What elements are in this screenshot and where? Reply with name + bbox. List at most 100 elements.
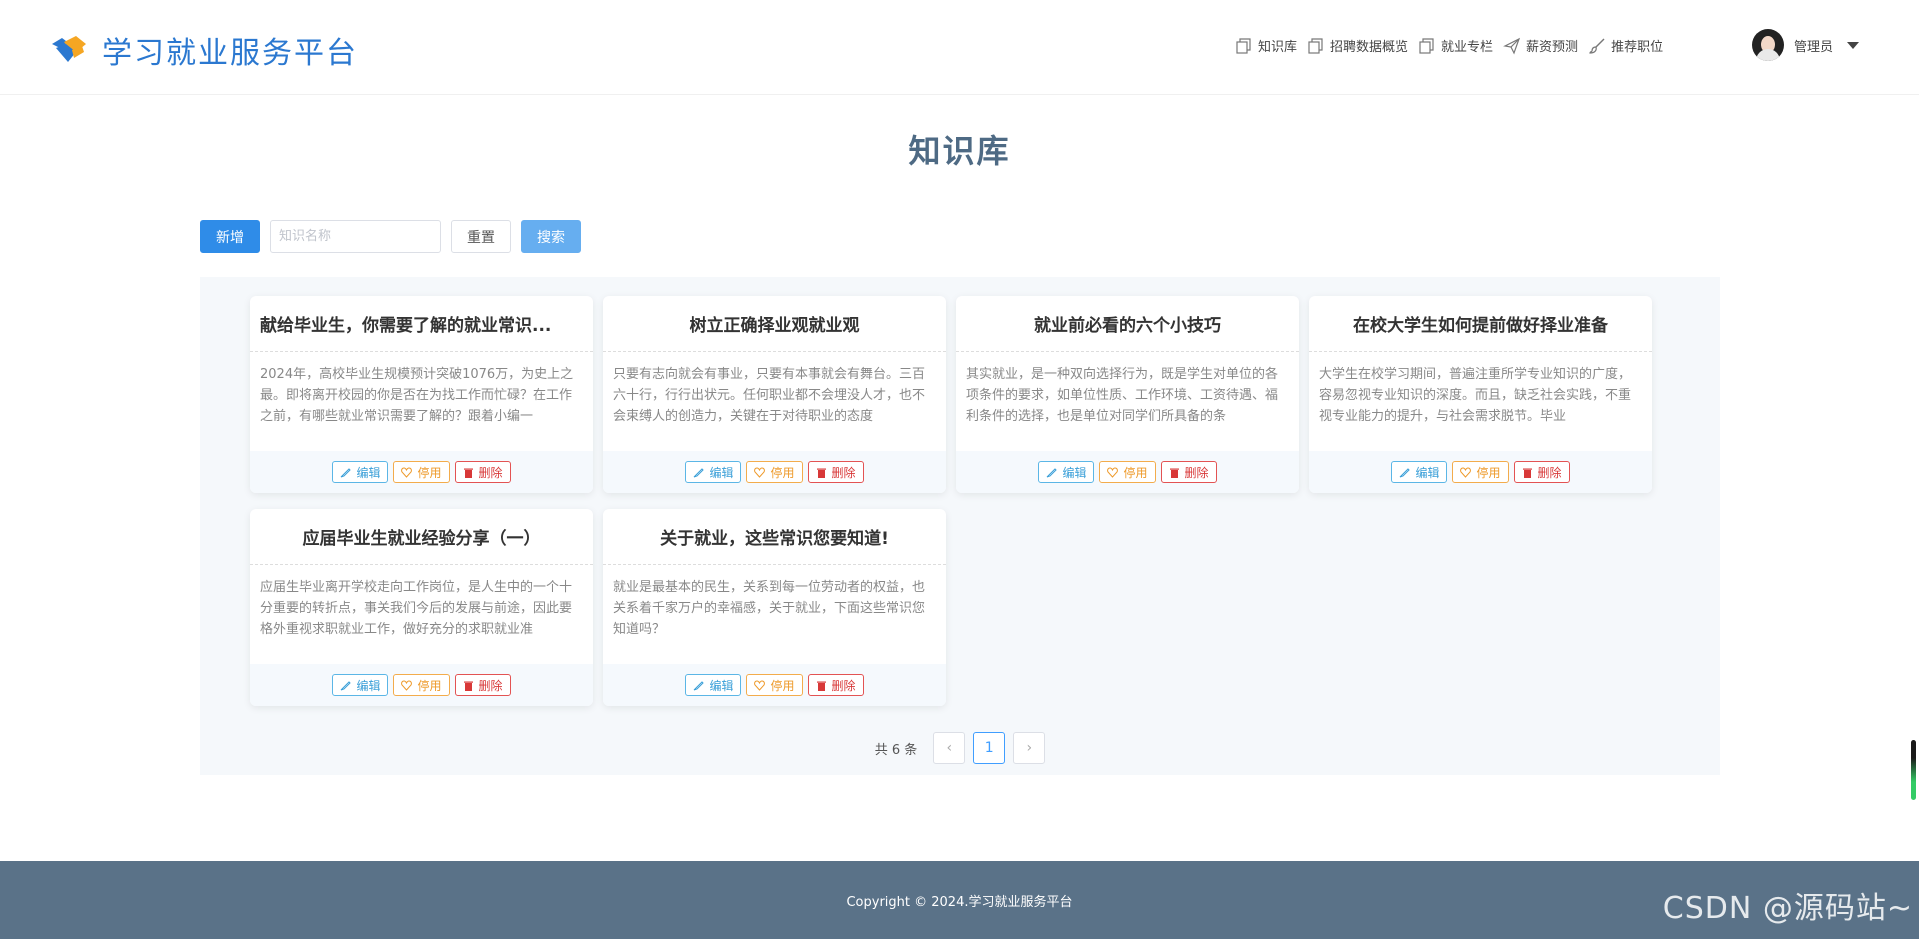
heart-icon	[401, 466, 413, 478]
watermark-text: CSDN @源码站~	[1662, 891, 1913, 926]
footer: Copyright © 2024.学习就业服务平台	[0, 861, 1919, 939]
page-title: 知识库	[908, 132, 1011, 170]
page-number-button[interactable]: 1	[973, 732, 1006, 764]
knowledge-card[interactable]: 树立正确择业观就业观 只要有志向就会有事业，只要有本事就会有舞台。三百六十行，行…	[603, 296, 946, 493]
copyright-text: Copyright © 2024.学习就业服务平台	[846, 894, 1073, 910]
app-title: 学习就业服务平台	[102, 36, 358, 71]
next-page-button[interactable]: ›	[1013, 732, 1046, 764]
card-body: 大学生在校学习期间，普遍注重所学专业知识的广度，容易忽视专业知识的深度。而且，缺…	[1309, 352, 1652, 451]
card-title: 应届毕业生就业经验分享（一）	[250, 509, 593, 565]
card-actions: 编辑 停用 删除	[603, 664, 946, 706]
logo[interactable]: 学习就业服务平台	[50, 28, 358, 72]
edit-label: 编辑	[709, 465, 734, 480]
delete-label: 删除	[1184, 465, 1209, 480]
disable-label: 停用	[1476, 465, 1501, 480]
edit-icon	[694, 680, 705, 690]
card-summary: 其实就业，是一种双向选择行为，既是学生对单位的各项条件的要求，如单位性质、工作环…	[966, 367, 1279, 424]
card-title: 关于就业，这些常识您要知道!	[603, 509, 946, 565]
card-title: 献给毕业生，你需要了解的就业常识...	[250, 296, 593, 352]
nav-item-employment-column[interactable]: 就业专栏	[1418, 36, 1493, 55]
delete-button[interactable]: 删除	[454, 674, 511, 696]
card-summary: 就业是最基本的民生，关系到每一位劳动者的权益，也关系着千家万户的幸福感，关于就业…	[613, 580, 926, 637]
card-summary: 大学生在校学习期间，普遍注重所学专业知识的广度，容易忽视专业知识的深度。而且，缺…	[1319, 367, 1632, 424]
disable-button[interactable]: 停用	[393, 461, 450, 483]
nav-item-recommended-jobs[interactable]: 推荐职位	[1588, 36, 1663, 55]
edit-icon	[1047, 467, 1058, 477]
edit-button[interactable]: 编辑	[1038, 461, 1095, 483]
knowledge-card[interactable]: 关于就业，这些常识您要知道! 就业是最基本的民生，关系到每一位劳动者的权益，也关…	[603, 509, 946, 706]
delete-button[interactable]: 删除	[1513, 461, 1570, 483]
trash-icon	[816, 468, 826, 478]
delete-button[interactable]: 删除	[807, 461, 864, 483]
edit-icon	[694, 467, 705, 477]
header: 学习就业服务平台 知识库 招聘数据概览 就业专栏 薪资预测 推荐职位 管理员	[0, 0, 1919, 95]
knowledge-list: 献给毕业生，你需要了解的就业常识... 2024年，高校毕业生规模预计突破107…	[200, 277, 1720, 775]
disable-label: 停用	[1123, 465, 1148, 480]
delete-button[interactable]: 删除	[807, 674, 864, 696]
heart-icon	[401, 679, 413, 691]
edit-button[interactable]: 编辑	[685, 674, 742, 696]
disable-button[interactable]: 停用	[746, 674, 803, 696]
edit-label: 编辑	[709, 678, 734, 693]
card-body: 就业是最基本的民生，关系到每一位劳动者的权益，也关系着千家万户的幸福感，关于就业…	[603, 565, 946, 664]
search-button[interactable]: 搜索	[521, 220, 581, 253]
disable-button[interactable]: 停用	[746, 461, 803, 483]
card-summary: 2024年，高校毕业生规模预计突破1076万，为史上之最。即将离开校园的你是否在…	[260, 367, 574, 424]
toolbar: 新增 重置 搜索	[200, 220, 581, 253]
pagination: 共 6 条 ‹ 1 ›	[200, 732, 1720, 764]
card-actions: 编辑 停用 删除	[603, 451, 946, 493]
nav-label: 就业专栏	[1441, 40, 1494, 55]
knowledge-card[interactable]: 在校大学生如何提前做好择业准备 大学生在校学习期间，普遍注重所学专业知识的广度，…	[1309, 296, 1652, 493]
nav-label: 知识库	[1258, 40, 1298, 55]
edit-button[interactable]: 编辑	[1391, 461, 1448, 483]
reset-button[interactable]: 重置	[451, 220, 511, 253]
trash-icon	[1169, 468, 1179, 478]
delete-label: 删除	[831, 678, 856, 693]
edit-button[interactable]: 编辑	[685, 461, 742, 483]
edit-label: 编辑	[356, 678, 381, 693]
card-title: 在校大学生如何提前做好择业准备	[1309, 296, 1652, 352]
card-body: 只要有志向就会有事业，只要有本事就会有舞台。三百六十行，行行出状元。任何职业都不…	[603, 352, 946, 451]
delete-button[interactable]: 删除	[1160, 461, 1217, 483]
nav-label: 推荐职位	[1611, 40, 1664, 55]
scrollbar-indicator[interactable]	[1911, 740, 1916, 800]
disable-button[interactable]: 停用	[1452, 461, 1509, 483]
trash-icon	[816, 681, 826, 691]
delete-button[interactable]: 删除	[454, 461, 511, 483]
heart-icon	[754, 466, 766, 478]
card-grid: 献给毕业生，你需要了解的就业常识... 2024年，高校毕业生规模预计突破107…	[250, 296, 1652, 706]
nav-item-salary-forecast[interactable]: 薪资预测	[1503, 36, 1578, 55]
user-menu[interactable]: 管理员	[1752, 29, 1860, 61]
user-name: 管理员	[1794, 39, 1834, 55]
trash-icon	[463, 681, 473, 691]
trash-icon	[1522, 468, 1532, 478]
avatar	[1752, 29, 1784, 61]
copy-icon	[1236, 37, 1251, 54]
edit-button[interactable]: 编辑	[332, 461, 389, 483]
add-button[interactable]: 新增	[200, 220, 260, 253]
edit-icon	[341, 680, 352, 690]
nav-item-recruit-data[interactable]: 招聘数据概览	[1307, 36, 1408, 55]
knowledge-card[interactable]: 就业前必看的六个小技巧 其实就业，是一种双向选择行为，既是学生对单位的各项条件的…	[956, 296, 1299, 493]
search-input[interactable]	[270, 220, 441, 253]
copy-icon	[1419, 37, 1434, 54]
card-summary: 应届生毕业离开学校走向工作岗位，是人生中的一个十分重要的转折点，事关我们今后的发…	[260, 580, 573, 637]
edit-label: 编辑	[1415, 465, 1440, 480]
brush-icon	[1589, 38, 1605, 54]
caret-down-icon	[1847, 41, 1860, 49]
disable-label: 停用	[417, 678, 442, 693]
knowledge-card[interactable]: 献给毕业生，你需要了解的就业常识... 2024年，高校毕业生规模预计突破107…	[250, 296, 593, 493]
knowledge-card[interactable]: 应届毕业生就业经验分享（一） 应届生毕业离开学校走向工作岗位，是人生中的一个十分…	[250, 509, 593, 706]
send-icon	[1503, 37, 1521, 55]
card-body: 其实就业，是一种双向选择行为，既是学生对单位的各项条件的要求，如单位性质、工作环…	[956, 352, 1299, 451]
heart-icon	[1460, 466, 1472, 478]
disable-button[interactable]: 停用	[393, 674, 450, 696]
delete-label: 删除	[831, 465, 856, 480]
card-actions: 编辑 停用 删除	[956, 451, 1299, 493]
nav-item-knowledge[interactable]: 知识库	[1235, 36, 1297, 55]
edit-button[interactable]: 编辑	[332, 674, 389, 696]
handshake-logo-icon	[52, 36, 86, 62]
card-summary: 只要有志向就会有事业，只要有本事就会有舞台。三百六十行，行行出状元。任何职业都不…	[613, 367, 926, 424]
prev-page-button[interactable]: ‹	[933, 732, 966, 764]
disable-button[interactable]: 停用	[1099, 461, 1156, 483]
